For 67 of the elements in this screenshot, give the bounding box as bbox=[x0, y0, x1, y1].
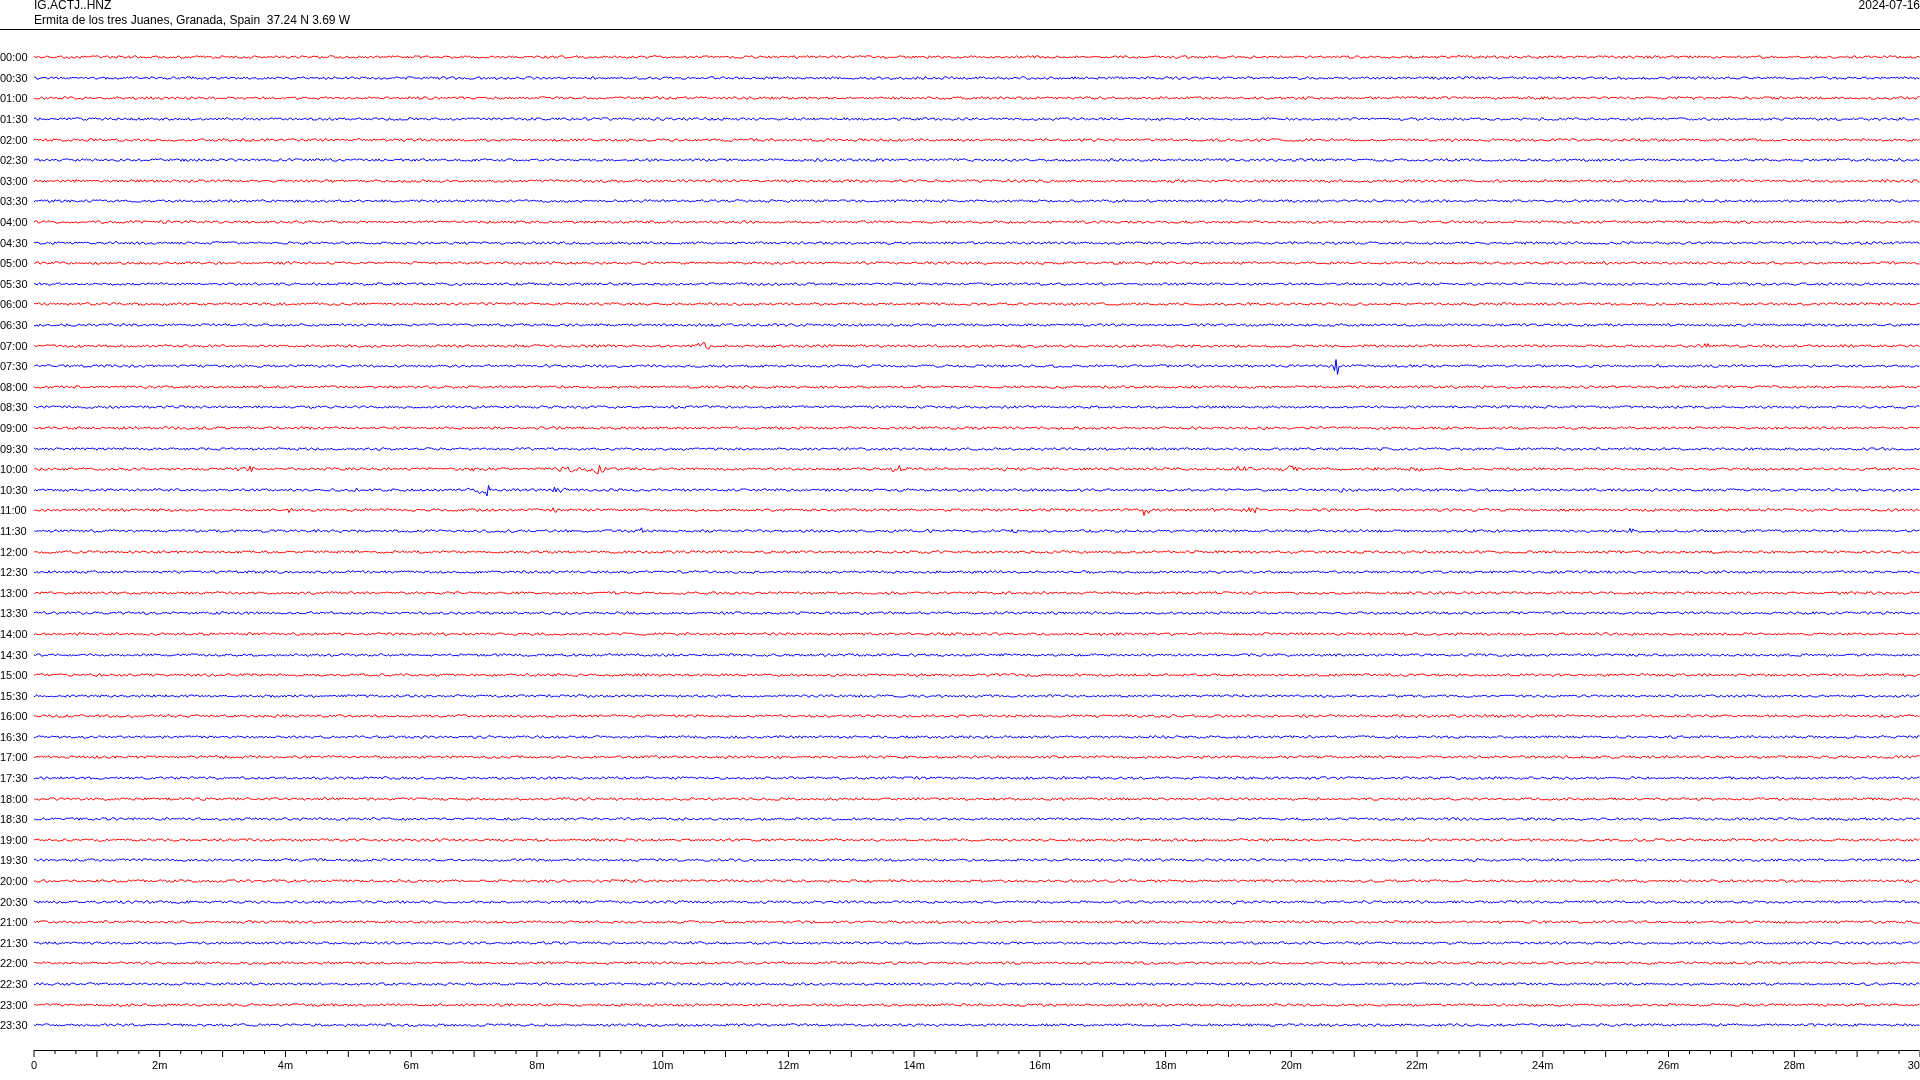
time-label: 13:00 bbox=[0, 586, 29, 599]
time-label: 21:00 bbox=[0, 916, 29, 929]
date-label: 2024-07-16 bbox=[1858, 0, 1920, 12]
time-label: 06:00 bbox=[0, 298, 29, 311]
time-label: 14:00 bbox=[0, 627, 29, 640]
station-code: IG.ACTJ..HNZ bbox=[34, 0, 112, 12]
time-label: 15:30 bbox=[0, 689, 29, 702]
time-label: 19:30 bbox=[0, 854, 29, 867]
tick-label: 8m bbox=[529, 1058, 545, 1071]
time-label: 07:30 bbox=[0, 360, 29, 373]
time-label: 23:30 bbox=[0, 1019, 29, 1032]
time-label: 22:30 bbox=[0, 978, 29, 990]
time-label: 18:00 bbox=[0, 792, 29, 805]
tick-label: 4m bbox=[277, 1058, 294, 1071]
time-label: 09:00 bbox=[0, 422, 29, 434]
tick-label: 26m bbox=[1657, 1058, 1680, 1071]
time-label: 11:30 bbox=[0, 524, 28, 537]
time-label: 09:30 bbox=[0, 442, 29, 455]
time-label: 08:30 bbox=[0, 401, 29, 414]
time-label: 20:00 bbox=[0, 875, 29, 888]
time-label: 00:30 bbox=[0, 71, 29, 84]
tick-label: 10m bbox=[651, 1058, 674, 1071]
time-label: 02:00 bbox=[0, 133, 29, 146]
time-label: 06:30 bbox=[0, 319, 29, 331]
time-label: 11:00 bbox=[0, 504, 28, 517]
time-label: 13:30 bbox=[0, 607, 29, 620]
tick-label: 24m bbox=[1532, 1058, 1554, 1071]
time-label: 12:30 bbox=[0, 566, 29, 579]
time-label: 01:00 bbox=[0, 92, 29, 105]
tick-label: 0 bbox=[31, 1058, 38, 1071]
time-label: 19:00 bbox=[0, 833, 29, 846]
tick-label: 2m bbox=[152, 1058, 168, 1071]
tick-label: 30 bbox=[1907, 1058, 1920, 1071]
time-label: 03:30 bbox=[0, 195, 29, 208]
tick-label: 14m bbox=[903, 1058, 925, 1071]
time-label: 22:00 bbox=[0, 957, 29, 970]
time-label: 05:00 bbox=[0, 257, 29, 270]
time-label: 00:00 bbox=[0, 51, 29, 64]
time-label: 02:30 bbox=[0, 154, 29, 167]
tick-label: 20m bbox=[1280, 1058, 1303, 1071]
time-label: 15:00 bbox=[0, 669, 29, 682]
tick-label: 18m bbox=[1154, 1058, 1177, 1071]
time-label: 18:30 bbox=[0, 813, 29, 826]
time-label: 08:00 bbox=[0, 380, 29, 393]
time-label: 04:30 bbox=[0, 236, 29, 249]
tick-label: 12m bbox=[777, 1058, 800, 1071]
tick-label: 28m bbox=[1783, 1058, 1805, 1071]
tick-label: 6m bbox=[403, 1058, 419, 1071]
station-location: Ermita de los tres Juanes, Granada, Spain 37.24 N 3.69 W bbox=[34, 13, 351, 27]
time-label: 16:00 bbox=[0, 710, 29, 723]
time-label: 05:30 bbox=[0, 277, 29, 290]
tick-label: 22m bbox=[1406, 1058, 1428, 1071]
time-label: 04:00 bbox=[0, 216, 29, 229]
time-label: 12:00 bbox=[0, 545, 29, 558]
time-label: 14:30 bbox=[0, 648, 29, 661]
time-label: 17:30 bbox=[0, 772, 29, 785]
time-label: 07:00 bbox=[0, 339, 29, 352]
time-label: 17:00 bbox=[0, 751, 29, 764]
time-label: 21:30 bbox=[0, 936, 29, 949]
time-label: 16:30 bbox=[0, 730, 29, 743]
tick-label: 16m bbox=[1029, 1058, 1051, 1071]
time-label: 01:30 bbox=[0, 113, 29, 126]
time-label: 10:30 bbox=[0, 483, 29, 496]
time-label: 03:00 bbox=[0, 174, 29, 187]
time-label: 23:00 bbox=[0, 998, 29, 1011]
time-label: 10:00 bbox=[0, 463, 29, 476]
time-label: 20:30 bbox=[0, 895, 29, 908]
